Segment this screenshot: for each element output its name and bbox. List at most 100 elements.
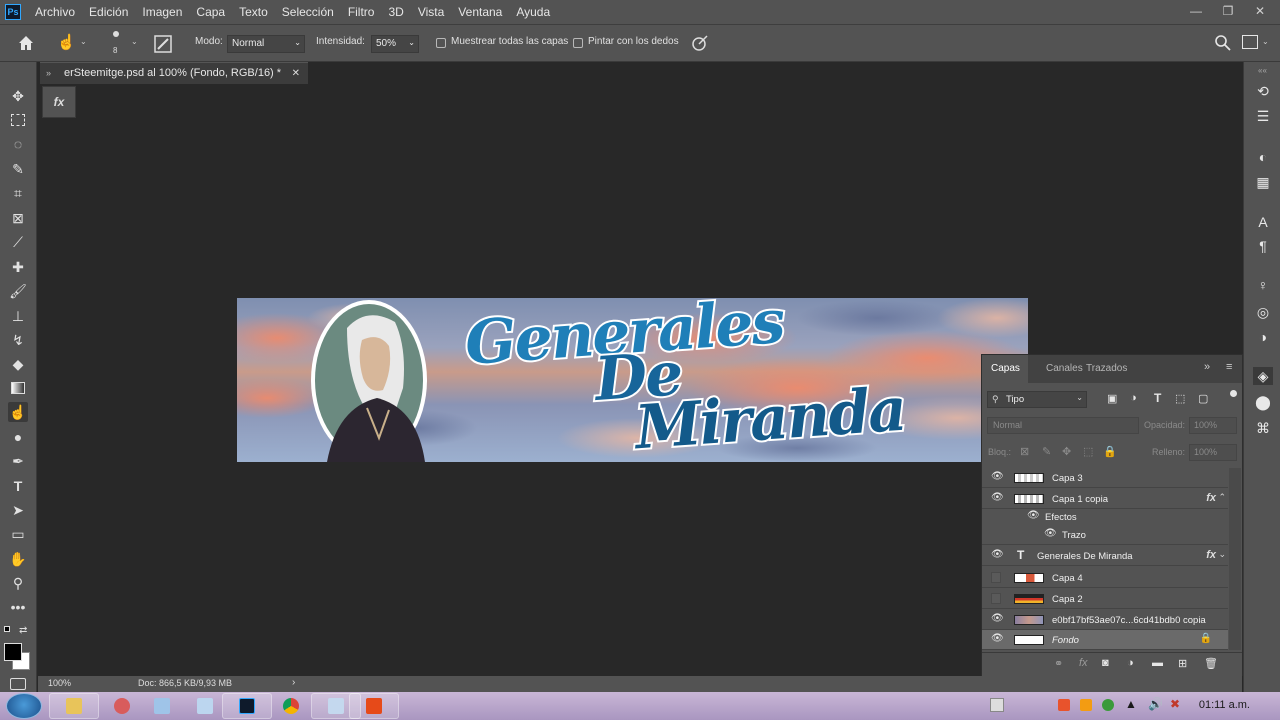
history-brush-tool-icon[interactable]: ↯	[8, 330, 28, 350]
layer-effects-icon[interactable]: fx	[1206, 492, 1216, 504]
sample-all-layers-checkbox[interactable]	[436, 38, 446, 48]
visibility-eye-icon[interactable]: 👁	[991, 472, 1004, 482]
lock-all-icon[interactable]: 🔒	[1103, 445, 1117, 458]
character-panel-icon[interactable]: A	[1253, 213, 1273, 231]
paths-panel-icon[interactable]: ⌘	[1253, 419, 1273, 437]
lock-pixels-icon[interactable]: ✎	[1042, 445, 1051, 458]
menu-ayuda[interactable]: Ayuda	[516, 5, 550, 19]
eyedropper-tool-icon[interactable]: ⟋	[8, 232, 28, 252]
lock-transparent-icon[interactable]: ⊠	[1020, 445, 1029, 458]
workspace-icon[interactable]	[1242, 35, 1258, 49]
menu-vista[interactable]: Vista	[418, 5, 444, 19]
layer-effects-row[interactable]: 👁 Efectos	[982, 507, 1228, 527]
new-group-icon[interactable]: ▬	[1152, 657, 1163, 669]
menu-archivo[interactable]: Archivo	[35, 5, 75, 19]
chevron-down-icon[interactable]: ⌄	[1262, 37, 1269, 46]
mode-select[interactable]: Normal ⌄	[227, 35, 305, 53]
tab-trazados[interactable]: Trazados	[1086, 363, 1127, 374]
move-tool-icon[interactable]: ✥	[8, 86, 28, 106]
swap-colors-icon[interactable]: ⇄	[19, 625, 27, 636]
more-tools-icon[interactable]: •••	[8, 597, 28, 617]
foreground-color-swatch[interactable]	[4, 643, 22, 661]
pen-tool-icon[interactable]: ✒	[8, 451, 28, 471]
visibility-eye-icon[interactable]: 👁	[1044, 529, 1057, 539]
collapse-dock-icon[interactable]: ««	[1244, 66, 1280, 75]
adjustments-panel-icon[interactable]: ◑	[1253, 328, 1273, 346]
close-icon[interactable]: ✕	[1246, 2, 1274, 20]
filter-type-icon[interactable]: T	[1154, 391, 1161, 405]
dodge-tool-icon[interactable]: ●	[8, 427, 28, 447]
taskbar-explorer[interactable]	[49, 693, 99, 719]
healing-brush-tool-icon[interactable]: ✚	[8, 257, 28, 277]
quick-selection-tool-icon[interactable]: ✎	[8, 159, 28, 179]
smudge-tool-preset-icon[interactable]: ☝	[57, 33, 77, 53]
lock-position-icon[interactable]: ✥	[1062, 445, 1071, 458]
gradient-tool-icon[interactable]	[8, 378, 28, 398]
chevron-right-icon[interactable]: ›	[292, 677, 295, 688]
zoom-tool-icon[interactable]: ⚲	[8, 573, 28, 593]
swatches-panel-icon[interactable]: ▦	[1253, 173, 1273, 191]
lasso-tool-icon[interactable]: ◌	[8, 134, 28, 154]
search-icon[interactable]	[1214, 34, 1232, 52]
tab-capas[interactable]: Capas	[991, 363, 1020, 374]
chevron-up-icon[interactable]: ⌃	[1218, 492, 1226, 503]
color-panel-icon[interactable]: ◐	[1253, 148, 1273, 166]
filter-adjustment-icon[interactable]: ◑	[1130, 392, 1137, 404]
layer-row-selected[interactable]: 👁 Fondo 🔒	[982, 630, 1228, 650]
marquee-tool-icon[interactable]	[8, 110, 28, 130]
minimize-icon[interactable]: —	[1182, 2, 1210, 20]
start-button[interactable]	[6, 693, 42, 719]
visibility-toggle[interactable]	[991, 572, 1001, 583]
menu-edicion[interactable]: Edición	[89, 5, 128, 19]
visibility-eye-icon[interactable]: 👁	[991, 550, 1004, 560]
chevron-down-icon[interactable]: ⌄	[80, 37, 87, 46]
intensity-input[interactable]: 50% ⌄	[371, 35, 419, 53]
layer-filter-select[interactable]: ⚲ Tipo ⌄	[987, 391, 1087, 408]
visibility-eye-icon[interactable]: 👁	[1027, 511, 1040, 521]
taskbar-clock[interactable]: 01:11 a.m.	[1199, 699, 1250, 711]
menu-capa[interactable]: Capa	[196, 5, 225, 19]
default-colors-icon[interactable]	[4, 626, 14, 636]
document-tab[interactable]: » erSteemitge.psd al 100% (Fondo, RGB/16…	[40, 62, 308, 84]
lock-artboard-icon[interactable]: ⬚	[1083, 445, 1093, 458]
tray-network-icon[interactable]: ✖	[1170, 697, 1180, 711]
visibility-eye-icon[interactable]: 👁	[991, 493, 1004, 503]
tray-media-icon[interactable]	[1080, 699, 1092, 711]
type-tool-icon[interactable]: T	[8, 476, 28, 496]
layer-effect-row[interactable]: 👁 Trazo	[982, 525, 1228, 545]
rectangle-tool-icon[interactable]: ▭	[8, 524, 28, 544]
panel-collapse-icon[interactable]: »	[46, 63, 51, 84]
menu-3d[interactable]: 3D	[388, 5, 403, 19]
taskbar-chrome[interactable]	[266, 693, 316, 719]
tray-volume-icon[interactable]: 🔊	[1148, 697, 1163, 711]
channels-panel-icon[interactable]: ⬤	[1253, 393, 1273, 411]
menu-texto[interactable]: Texto	[239, 5, 268, 19]
hand-tool-icon[interactable]: ✋	[8, 549, 28, 569]
delete-layer-icon[interactable]: 🗑	[1204, 657, 1218, 670]
layers-scrollbar[interactable]	[1229, 468, 1241, 650]
eraser-tool-icon[interactable]: ◆	[8, 354, 28, 374]
blend-mode-select[interactable]: Normal	[987, 417, 1139, 434]
add-style-icon[interactable]: fx	[1079, 657, 1088, 669]
filter-shape-icon[interactable]: ⬚	[1175, 392, 1185, 405]
brush-tip-icon[interactable]	[113, 31, 119, 37]
paragraph-panel-icon[interactable]: ¶	[1253, 237, 1273, 255]
finger-painting-checkbox[interactable]	[573, 38, 583, 48]
visibility-eye-icon[interactable]: 👁	[991, 614, 1004, 624]
chevron-down-icon[interactable]: ⌄	[131, 37, 138, 46]
tray-security-icon[interactable]	[1102, 699, 1114, 711]
filter-toggle-icon[interactable]	[1230, 390, 1237, 397]
chevron-down-icon[interactable]: ⌄	[1218, 549, 1226, 560]
smudge-tool-icon[interactable]: ☝	[8, 402, 28, 422]
home-icon[interactable]	[17, 34, 35, 52]
path-selection-tool-icon[interactable]: ➤	[8, 500, 28, 520]
menu-filtro[interactable]: Filtro	[348, 5, 375, 19]
taskbar-photoshop[interactable]	[222, 693, 272, 719]
add-mask-icon[interactable]: ◙	[1102, 657, 1109, 669]
filter-smart-object-icon[interactable]: ▢	[1198, 392, 1208, 405]
menu-seleccion[interactable]: Selección	[282, 5, 334, 19]
libraries-panel-icon[interactable]: ◎	[1253, 303, 1273, 321]
clone-stamp-tool-icon[interactable]: ⊥	[8, 306, 28, 326]
layer-row[interactable]: 👁 Capa 1 copia fx ⌃	[982, 489, 1228, 509]
new-layer-icon[interactable]: ⊞	[1178, 657, 1187, 670]
